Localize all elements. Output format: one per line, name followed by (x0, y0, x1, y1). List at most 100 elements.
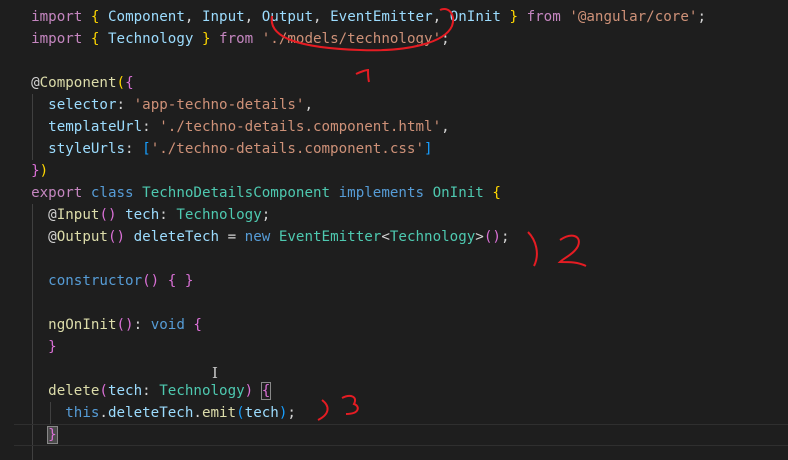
code-line[interactable] (14, 358, 788, 380)
code-token: Technology (389, 229, 476, 245)
code-line[interactable]: ngOnInit(): void { (14, 314, 788, 336)
code-line[interactable]: styleUrls: ['./techno-details.component.… (14, 138, 788, 160)
code-token: Technology (159, 383, 245, 399)
code-line[interactable]: }) (14, 160, 788, 182)
code-token: import (31, 31, 83, 47)
code-token: ; (697, 9, 706, 25)
code-line[interactable] (14, 292, 788, 314)
code-token: { (260, 382, 272, 400)
code-token: ; (441, 31, 450, 47)
code-line[interactable]: templateUrl: './techno-details.component… (14, 116, 788, 138)
code-token: } (184, 273, 194, 289)
code-token: , (313, 9, 331, 25)
code-token: tech (107, 383, 143, 399)
code-token: class (90, 185, 134, 201)
code-token: styleUrls (48, 141, 126, 157)
code-token: . (99, 405, 108, 421)
code-token: implements (338, 185, 425, 201)
code-token: } (47, 426, 58, 444)
code-line[interactable]: export class TechnoDetailsComponent impl… (14, 182, 788, 204)
code-token: = (219, 229, 245, 245)
code-token: , (244, 9, 262, 25)
code-token: from (219, 31, 254, 47)
code-token: [ (142, 141, 151, 157)
code-token: emit (201, 405, 237, 421)
code-token: ; (287, 405, 296, 421)
code-token: tech (244, 405, 279, 421)
code-token: @ (48, 207, 57, 223)
code-token: Component (39, 75, 117, 91)
code-line[interactable] (14, 50, 788, 72)
code-token: Output (56, 229, 108, 245)
code-line[interactable]: } (14, 336, 788, 358)
code-line[interactable]: } (14, 424, 788, 446)
code-token: from (526, 9, 561, 25)
code-token: () (107, 229, 126, 245)
code-token: void (150, 317, 185, 333)
code-token: './techno-details.component.css' (150, 141, 425, 157)
code-token: export (31, 185, 83, 201)
code-token: : (142, 383, 160, 399)
code-token: : (159, 207, 177, 223)
code-token: } (48, 339, 57, 355)
code-token: : (125, 141, 143, 157)
code-editor[interactable]: import { Component, Input, Output, Event… (0, 0, 788, 460)
code-line[interactable] (14, 248, 788, 270)
code-token: ) (39, 163, 49, 179)
code-token: new (244, 229, 271, 245)
code-line[interactable]: @Component({ (14, 72, 788, 94)
code-line[interactable]: @Output() deleteTech = new EventEmitter<… (14, 226, 788, 248)
code-token: OnInit (432, 185, 484, 201)
code-token: Technology (176, 207, 262, 223)
code-token: Component (107, 9, 185, 25)
code-token: . (193, 405, 202, 421)
code-line[interactable]: selector: 'app-techno-details', (14, 94, 788, 116)
code-token: , (432, 9, 450, 25)
code-line[interactable]: @Input() tech: Technology; (14, 204, 788, 226)
code-token: () (483, 229, 501, 245)
code-token: : (142, 119, 160, 135)
code-token: , (304, 97, 313, 113)
code-line[interactable]: import { Technology } from './models/tec… (14, 28, 788, 50)
code-token: Technology (107, 31, 194, 47)
code-line[interactable]: this.deleteTech.emit(tech); (14, 402, 788, 424)
code-line[interactable]: delete(tech: Technology) { (14, 380, 788, 402)
code-token: constructor (48, 273, 143, 289)
code-token: tech (125, 207, 160, 223)
code-token: ; (261, 207, 271, 223)
code-line[interactable]: import { Component, Input, Output, Event… (14, 6, 788, 28)
code-token: './models/technology' (261, 31, 442, 47)
code-token: ( (236, 405, 245, 421)
code-token: < (381, 229, 390, 245)
code-line[interactable]: constructor() { } (14, 270, 788, 292)
